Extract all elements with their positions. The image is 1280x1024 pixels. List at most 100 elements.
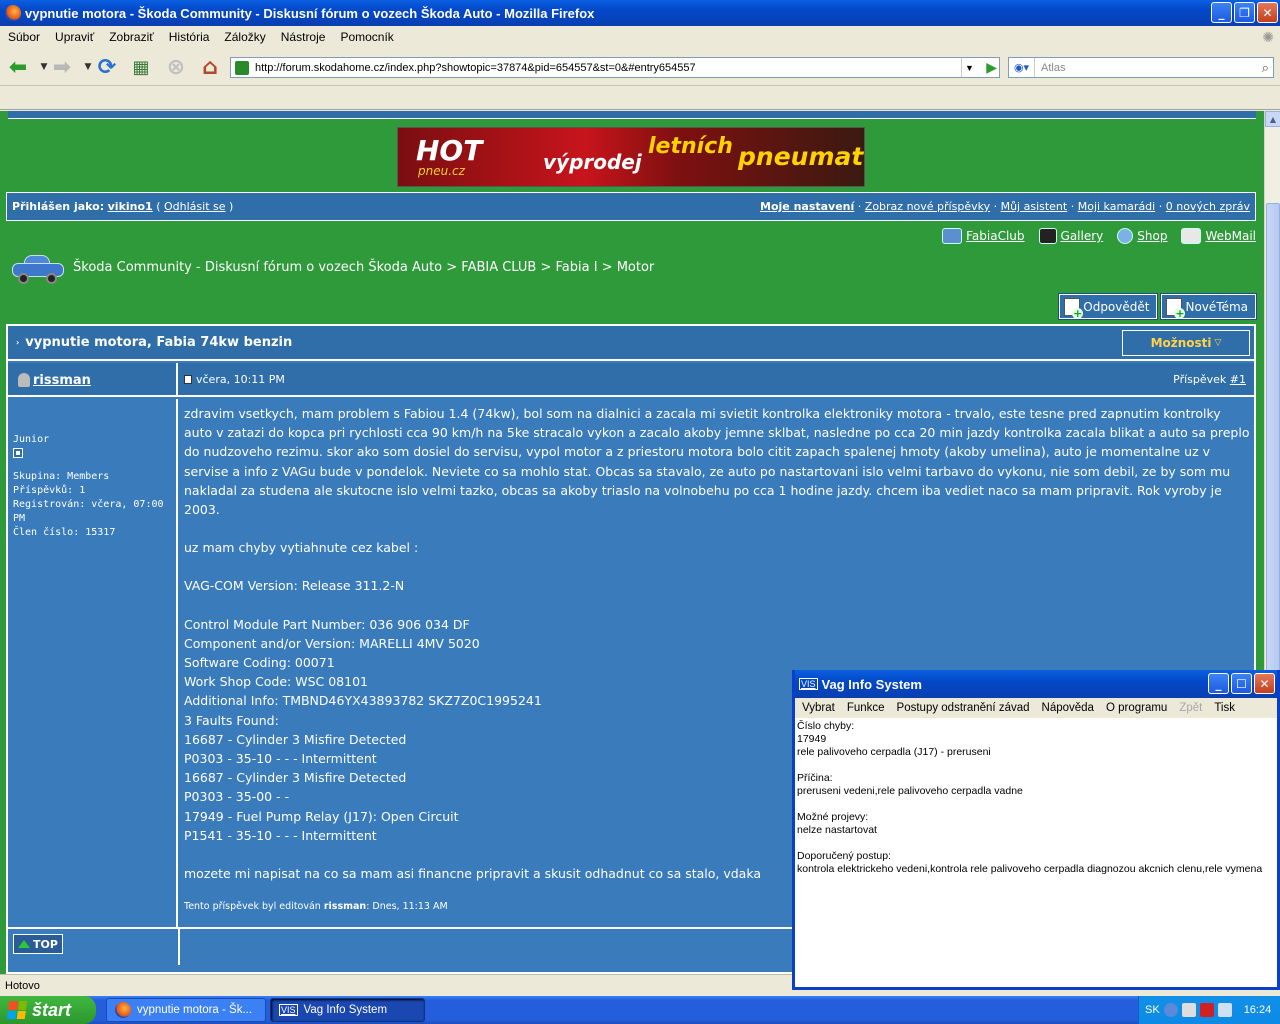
new-posts-link[interactable]: Zobraz nové příspěvky: [865, 200, 990, 213]
tray-antivirus-icon[interactable]: [1199, 1003, 1214, 1017]
breadcrumb: Škoda Community - Diskusní fórum o vozec…: [10, 251, 654, 284]
menu-help[interactable]: Pomocník: [340, 30, 393, 44]
reload-icon[interactable]: ⟳: [93, 53, 121, 81]
menu-edit[interactable]: Upraviť: [55, 30, 94, 44]
menu-history[interactable]: História: [169, 30, 210, 44]
new-topic-label: NovéTéma: [1185, 299, 1248, 314]
my-settings-link[interactable]: Moje nastavení: [760, 200, 854, 213]
vag-info-window[interactable]: VIS Vag Info System _ ☐ ✕ Vybrat Funkce …: [792, 670, 1280, 990]
post-date-text: včera, 10:11 PM: [196, 373, 285, 386]
post-paragraph: uz mam chyby vytiahnute cez kabel :: [184, 540, 419, 556]
vag-title-bar[interactable]: VIS Vag Info System _ ☐ ✕: [795, 670, 1277, 698]
reply-label: Odpovědět: [1083, 299, 1150, 314]
vag-menu-o-programu[interactable]: O programu: [1106, 702, 1167, 714]
clock[interactable]: 16:24: [1244, 1004, 1272, 1016]
quicklink-webmail[interactable]: WebMail: [1181, 228, 1256, 244]
vag-menu-postupy[interactable]: Postupy odstranění závad: [897, 702, 1030, 714]
reply-button[interactable]: Odpovědět: [1058, 293, 1159, 320]
edited-by: rissman: [323, 901, 367, 913]
author-post-count: Příspěvků: 1: [13, 485, 86, 496]
my-assistant-link[interactable]: Můj asistent: [1001, 200, 1068, 213]
post-number: Příspěvek #1: [1173, 373, 1246, 386]
vag-close-button[interactable]: ✕: [1254, 673, 1275, 694]
post-paragraph: VAG-COM Version: Release 311.2-N: [184, 578, 405, 594]
firefox-icon: [5, 5, 21, 21]
vag-menu-napoveda[interactable]: Nápověda: [1042, 702, 1094, 714]
maximize-button[interactable]: ❐: [1234, 2, 1255, 23]
banner-pneumatik: pneumatik: [738, 142, 864, 171]
code-line: Component and/or Version: MARELLI 4MV 50…: [184, 635, 480, 651]
breadcrumb-text[interactable]: Škoda Community - Diskusní fórum o vozec…: [73, 260, 654, 275]
vag-maximize-button[interactable]: ☐: [1231, 673, 1252, 694]
options-dropdown[interactable]: Možnosti ▽: [1122, 330, 1250, 356]
url-text: http://forum.skodahome.cz/index.php?show…: [255, 61, 696, 74]
vag-fault-details: Číslo chyby: 17949 rele palivoveho cerpa…: [797, 720, 1263, 875]
forward-arrow-icon[interactable]: ➡: [48, 53, 76, 81]
taskbar-vag-info[interactable]: VIS Vag Info System: [270, 998, 425, 1022]
login-prefix: Přihlášen jako:: [12, 200, 105, 213]
search-icon[interactable]: ⌕: [1262, 60, 1269, 76]
post-number-label: Příspěvek: [1173, 373, 1227, 386]
vag-menu-vybrat[interactable]: Vybrat: [802, 702, 835, 714]
menu-view[interactable]: Zobraziť: [109, 30, 154, 44]
menu-tools[interactable]: Nástroje: [281, 30, 326, 44]
my-friends-link[interactable]: Moji kamarádi: [1078, 200, 1156, 213]
post-author: rissman: [8, 363, 178, 397]
car-icon: [942, 228, 963, 244]
system-tray: SK 16:24: [1138, 996, 1280, 1024]
menu-bookmarks[interactable]: Záložky: [224, 30, 265, 44]
back-arrow-icon[interactable]: ⬅: [4, 53, 32, 81]
minimize-button[interactable]: _: [1211, 2, 1232, 23]
taskbar-firefox[interactable]: vypnutie motora - Šk...: [106, 998, 266, 1022]
windows-logo-icon: [6, 1001, 28, 1019]
edited-prefix: Tento příspěvek byl editován: [184, 901, 321, 913]
tray-arrow-icon[interactable]: [1163, 1003, 1178, 1017]
start-button[interactable]: štart: [0, 996, 96, 1024]
post-doc-icon: [184, 375, 192, 384]
new-topic-icon: [1166, 297, 1186, 319]
scrollbar-thumb[interactable]: [1266, 203, 1280, 713]
quicklink-fabiaclub[interactable]: FabiaClub: [942, 228, 1025, 244]
tray-volume-icon[interactable]: [1217, 1003, 1232, 1017]
advert-banner[interactable]: HOT pneu.cz výprodej letních pneumatik: [397, 127, 865, 187]
stop-icon[interactable]: ⊗: [162, 53, 190, 81]
banner-hot: HOT: [416, 134, 483, 167]
top-button[interactable]: TOP: [13, 934, 63, 954]
menu-file[interactable]: Súbor: [8, 30, 40, 44]
logout-link[interactable]: Odhlásit se: [164, 200, 226, 213]
post-date: včera, 10:11 PM: [184, 373, 285, 386]
url-bar[interactable]: http://forum.skodahome.cz/index.php?show…: [230, 57, 1000, 78]
quicklink-shop[interactable]: Shop: [1117, 228, 1167, 244]
url-dropdown-icon[interactable]: ▼: [961, 58, 977, 77]
new-tab-icon[interactable]: ▦: [127, 53, 155, 81]
site-icon: [235, 61, 249, 75]
vag-minimize-button[interactable]: _: [1208, 673, 1229, 694]
bullet-icon: ›: [16, 338, 20, 347]
quicklink-gallery[interactable]: Gallery: [1038, 228, 1103, 244]
quick-links: FabiaClub Gallery Shop WebMail: [942, 228, 1256, 244]
go-arrow-icon[interactable]: ▶: [986, 59, 997, 76]
quicklink-label: Shop: [1137, 229, 1168, 243]
language-indicator[interactable]: SK: [1145, 1004, 1160, 1016]
window-title-bar[interactable]: vypnutie motora - Škoda Community - Disk…: [0, 0, 1280, 26]
top-label: TOP: [33, 937, 58, 951]
author-group: Skupina: Members: [13, 471, 110, 482]
messages-link[interactable]: 0 nových zpráv: [1166, 200, 1250, 213]
navigation-toolbar: ⬅ ▼ ➡ ▼ ⟳ ▦ ⊗ ⌂ http://forum.skodahome.c…: [0, 48, 1280, 86]
scroll-up-icon[interactable]: ▲: [1265, 111, 1280, 127]
tray-network-icon[interactable]: [1181, 1003, 1196, 1017]
bookmarks-toolbar: [0, 86, 1280, 110]
search-field[interactable]: ◉▾ Atlas ⌕: [1008, 57, 1274, 78]
search-engine-icon[interactable]: ◉▾: [1009, 58, 1035, 77]
home-icon[interactable]: ⌂: [196, 53, 224, 81]
quicklink-label: WebMail: [1205, 229, 1256, 243]
new-topic-button[interactable]: NovéTéma: [1160, 293, 1257, 320]
vag-menu-tisk[interactable]: Tisk: [1214, 702, 1235, 714]
post-number-link[interactable]: #1: [1230, 373, 1246, 386]
search-placeholder: Atlas: [1041, 61, 1066, 74]
add-reply-icon: [1064, 297, 1084, 319]
author-link[interactable]: rissman: [33, 373, 91, 388]
user-link[interactable]: vikino1: [108, 200, 153, 213]
close-button[interactable]: ✕: [1257, 2, 1278, 23]
vag-menu-funkce[interactable]: Funkce: [847, 702, 885, 714]
